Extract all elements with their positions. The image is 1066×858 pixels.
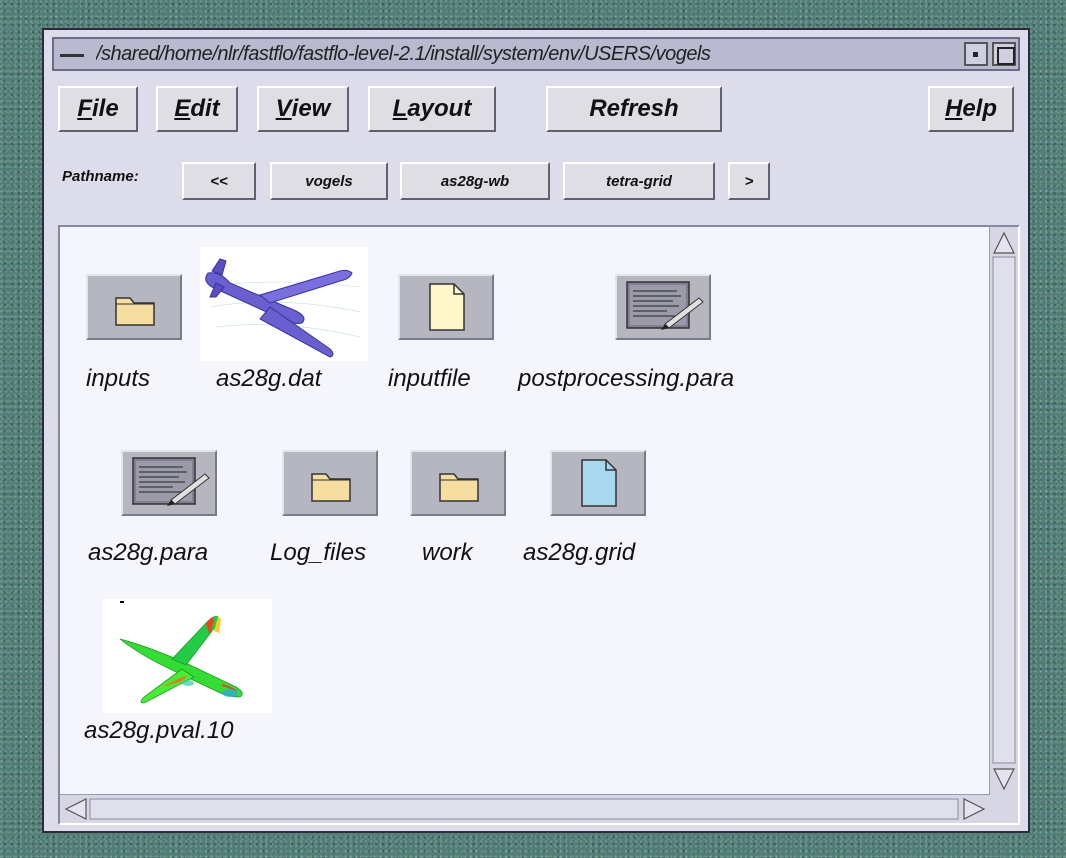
path-segment-vogels[interactable]: vogels [270,162,388,200]
aircraft-pressure-thumbnail [102,599,272,713]
menu-bar: File Edit View Layout Refresh Help [52,78,1020,144]
menu-view[interactable]: View [257,86,349,132]
file-name: Log_files [270,539,367,566]
window-menu-icon[interactable] [58,44,88,66]
parameter-file-icon [615,274,711,340]
pathname-label: Pathname: [62,168,139,185]
menu-file[interactable]: File [58,86,138,132]
aircraft-mesh-thumbnail [200,247,368,361]
path-segment-tetra-grid[interactable]: tetra-grid [563,162,715,200]
file-name: postprocessing.para [518,365,735,392]
maximize-button[interactable] [992,42,1016,66]
file-name: inputfile [388,365,471,392]
document-icon [398,274,494,340]
minimize-icon [973,52,978,57]
maximize-icon [997,47,1015,65]
folder-icon [282,450,378,516]
path-forward-button[interactable]: > [728,162,770,200]
window-title: /shared/home/nlr/fastflo/fastflo-level-2… [96,43,711,65]
file-name: as28g.pval.10 [84,717,234,744]
file-name: as28g.grid [523,539,636,566]
folder-icon [86,274,182,340]
menu-help[interactable]: Help [928,86,1014,132]
file-name: work [422,539,473,566]
file-icon-area[interactable]: inputs as28g.dat inputfile postprocessin… [60,227,990,795]
menu-layout[interactable]: Layout [368,86,496,132]
file-name: inputs [86,365,151,392]
grid-document-icon [550,450,646,516]
file-manager-window: /shared/home/nlr/fastflo/fastflo-level-2… [42,28,1030,833]
scroll-corner [990,795,1018,823]
file-view: inputs as28g.dat inputfile postprocessin… [58,225,1020,825]
parameter-file-icon [121,450,217,516]
menu-edit[interactable]: Edit [156,86,238,132]
horizontal-scrollbar[interactable] [60,794,990,823]
path-back-button[interactable]: << [182,162,256,200]
pathname-bar: Pathname: << vogels as28g-wb tetra-grid … [52,156,1020,210]
vertical-scrollbar[interactable] [989,227,1018,795]
title-bar[interactable]: /shared/home/nlr/fastflo/fastflo-level-2… [52,37,1020,71]
folder-icon [410,450,506,516]
minimize-button[interactable] [964,42,988,66]
file-name: as28g.dat [216,365,322,392]
file-name: as28g.para [88,539,209,566]
refresh-button[interactable]: Refresh [546,86,722,132]
path-segment-as28g-wb[interactable]: as28g-wb [400,162,550,200]
